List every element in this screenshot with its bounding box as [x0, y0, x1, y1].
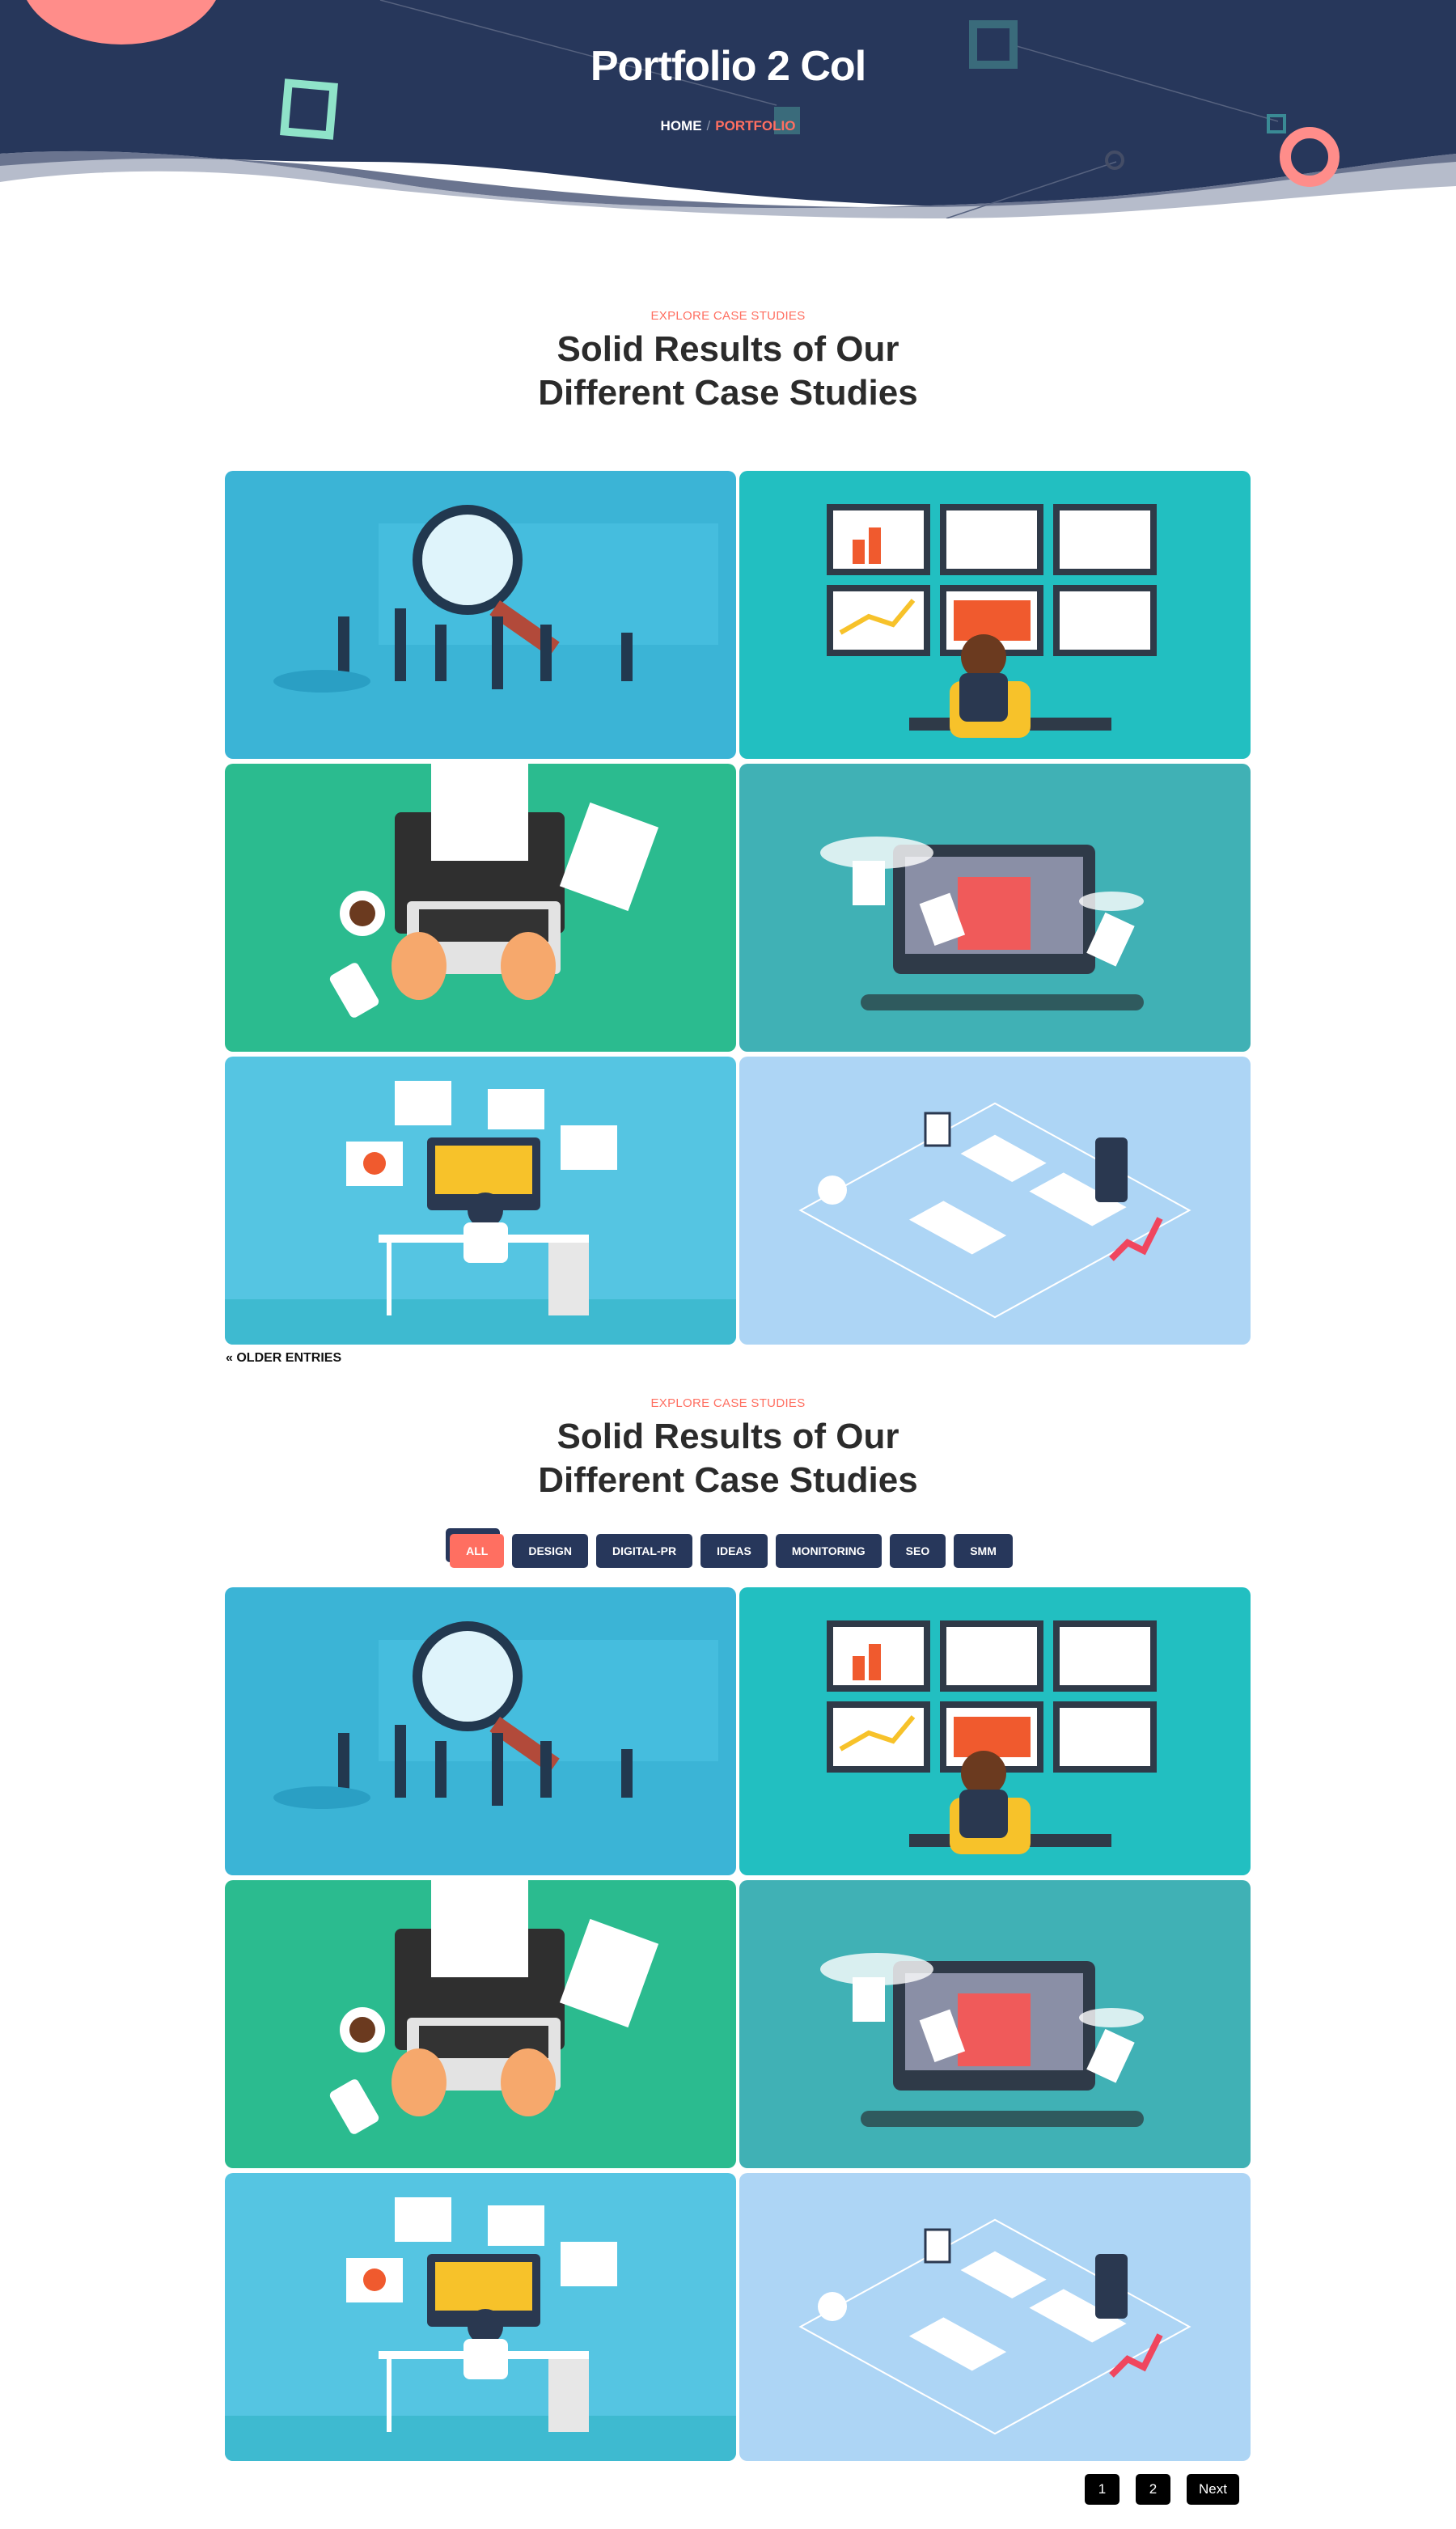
next-page-button[interactable]: Next: [1187, 2474, 1239, 2505]
portfolio-grid-1: [225, 471, 1251, 1345]
hero-background-decoration: [0, 0, 1456, 218]
section-1-header: EXPLORE CASE STUDIES Solid Results of Ou…: [0, 309, 1456, 415]
portfolio-item-analytics-dashboard-monitors[interactable]: [739, 471, 1251, 759]
laptop-typewriter-workspace-illustration: [329, 1880, 659, 2134]
breadcrumb-separator: /: [706, 118, 711, 133]
breadcrumb: HOME / PORTFOLIO: [0, 118, 1456, 134]
portfolio-item-team-with-magnifying-glass-search[interactable]: [225, 471, 736, 759]
section-eyebrow: EXPLORE CASE STUDIES: [650, 1396, 806, 1410]
heading-line-1: Solid Results of Our: [557, 329, 899, 369]
filter-digital-pr[interactable]: DIGITAL-PR: [596, 1534, 693, 1568]
section-2-header: EXPLORE CASE STUDIES Solid Results of Ou…: [0, 1396, 1456, 1502]
filter-ideas[interactable]: IDEAS: [700, 1534, 768, 1568]
breadcrumb-home-link[interactable]: HOME: [661, 118, 702, 133]
pagination: 1 2 Next: [1085, 2474, 1239, 2505]
portfolio-item-voting-ballot-box-monitor[interactable]: [739, 764, 1251, 1052]
isometric-office-illustration: [798, 1102, 1191, 1319]
filter-all[interactable]: ALL: [450, 1534, 505, 1568]
section-heading: Solid Results of Our Different Case Studi…: [0, 1415, 1456, 1502]
page-2-button[interactable]: 2: [1136, 2474, 1170, 2505]
section-eyebrow: EXPLORE CASE STUDIES: [650, 309, 806, 323]
team-with-magnifying-glass-search-illustration: [273, 505, 718, 693]
analytics-dashboard-monitors-illustration: [827, 504, 1157, 738]
heading-line-2: Different Case Studies: [538, 1460, 918, 1500]
portfolio-item-isometric-office[interactable]: [739, 1057, 1251, 1345]
online-shop-desk-illustration: [225, 1081, 736, 1345]
portfolio-grid-2: [225, 1587, 1251, 2461]
portfolio-item-laptop-typewriter-workspace[interactable]: [225, 764, 736, 1052]
analytics-dashboard-monitors-illustration: [827, 1620, 1157, 1854]
older-entries-link[interactable]: « OLDER ENTRIES: [226, 1351, 341, 1366]
isometric-office-illustration: [798, 2218, 1191, 2435]
portfolio-item-online-shop-desk[interactable]: [225, 2173, 736, 2461]
portfolio-item-laptop-typewriter-workspace[interactable]: [225, 1880, 736, 2168]
portfolio-item-isometric-office[interactable]: [739, 2173, 1251, 2461]
filter-smm[interactable]: SMM: [954, 1534, 1013, 1568]
laptop-typewriter-workspace-illustration: [329, 764, 659, 1018]
filter-monitoring[interactable]: MONITORING: [775, 1534, 882, 1568]
page-hero: Portfolio 2 Col HOME / PORTFOLIO: [0, 0, 1456, 218]
voting-ballot-box-monitor-illustration: [820, 1953, 1144, 2127]
portfolio-item-team-with-magnifying-glass-search[interactable]: [225, 1587, 736, 1875]
portfolio-filters: ALL DESIGN DIGITAL-PR IDEAS MONITORING S…: [0, 1534, 1456, 1568]
section-heading: Solid Results of Our Different Case Studi…: [0, 328, 1456, 415]
filter-seo[interactable]: SEO: [889, 1534, 946, 1568]
breadcrumb-current: PORTFOLIO: [715, 118, 796, 133]
heading-line-1: Solid Results of Our: [557, 1417, 899, 1456]
filter-design[interactable]: DESIGN: [512, 1534, 589, 1568]
page-title: Portfolio 2 Col: [590, 43, 866, 90]
portfolio-item-analytics-dashboard-monitors[interactable]: [739, 1587, 1251, 1875]
portfolio-item-voting-ballot-box-monitor[interactable]: [739, 1880, 1251, 2168]
voting-ballot-box-monitor-illustration: [820, 837, 1144, 1010]
online-shop-desk-illustration: [225, 2197, 736, 2461]
team-with-magnifying-glass-search-illustration: [273, 1621, 718, 1809]
portfolio-item-online-shop-desk[interactable]: [225, 1057, 736, 1345]
heading-line-2: Different Case Studies: [538, 373, 918, 413]
page-1-button[interactable]: 1: [1085, 2474, 1120, 2505]
